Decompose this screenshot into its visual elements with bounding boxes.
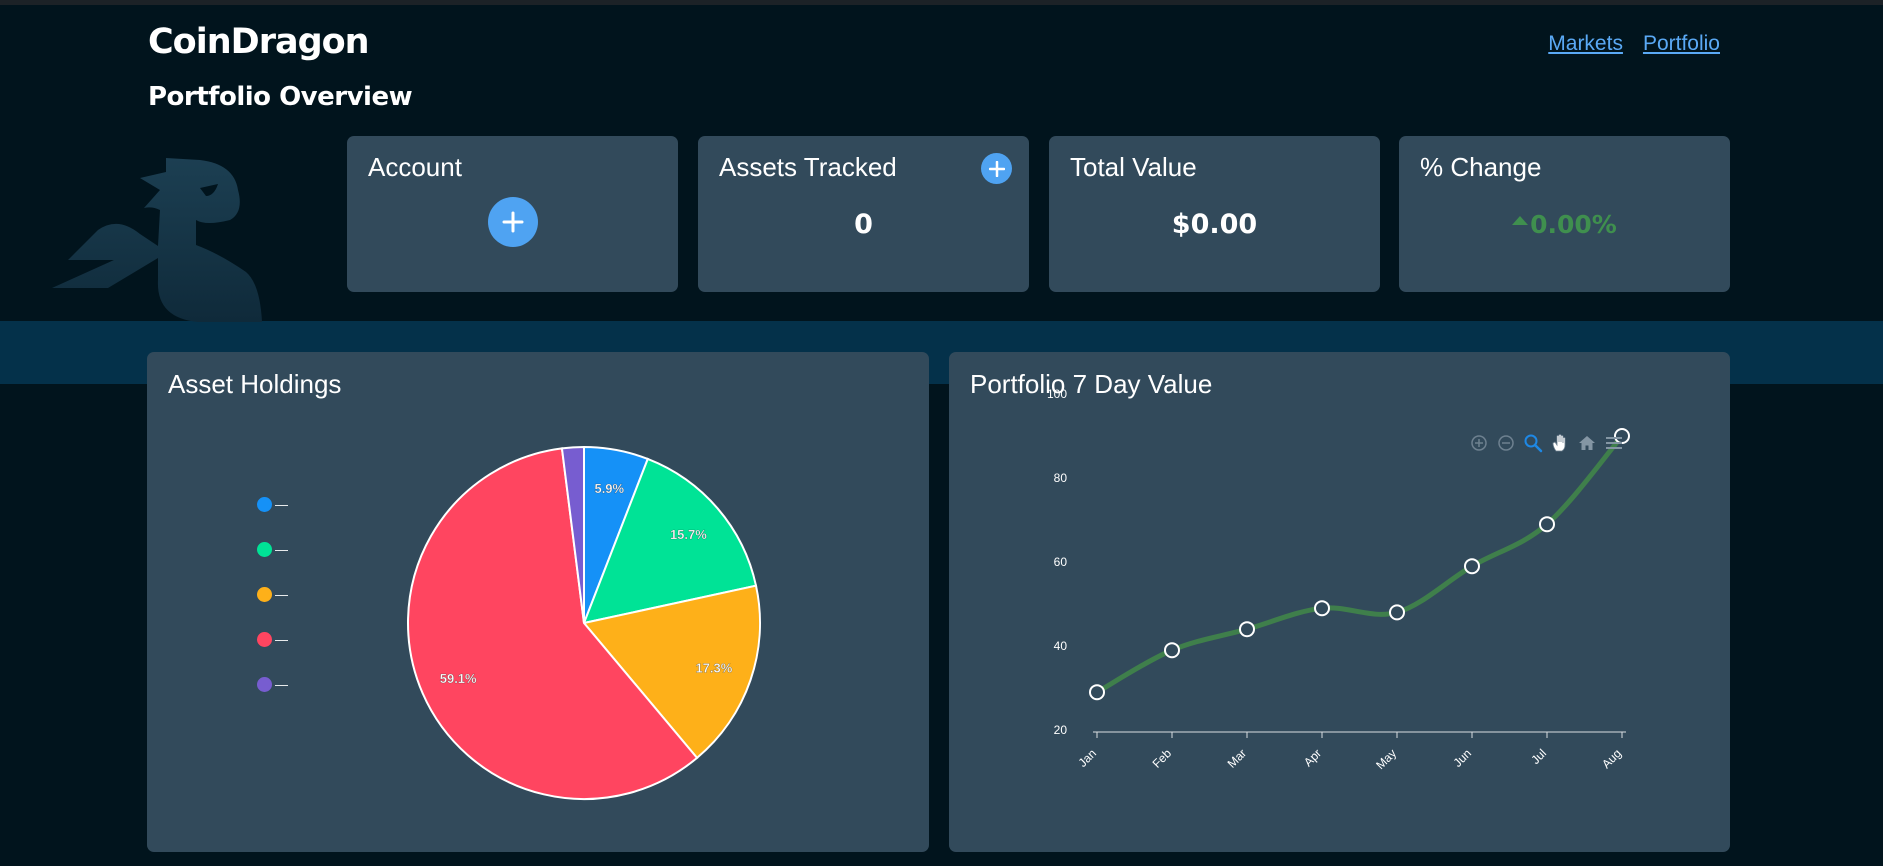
total-value-amount: $0.00	[1171, 209, 1258, 240]
card-title: Total Value	[1070, 152, 1197, 182]
y-tick-label: 80	[1054, 471, 1068, 485]
card-assets-tracked: Assets Tracked 0	[698, 136, 1029, 292]
y-tick-label: 40	[1054, 639, 1068, 653]
y-tick-label: 20	[1054, 723, 1068, 737]
assets-tracked-value: 0	[854, 209, 873, 240]
chart-toolbar	[1468, 432, 1624, 453]
data-point[interactable]	[1314, 600, 1330, 617]
panel-asset-holdings: Asset Holdings — — — — — 5.9% 15.7% 17.3% 5…	[147, 352, 929, 852]
x-tick-label: May	[1373, 746, 1399, 772]
x-tick-label: Jan	[1076, 746, 1100, 770]
menu-icon[interactable]	[1603, 432, 1624, 453]
zoom-in-icon[interactable]	[1468, 432, 1489, 453]
y-tick-label: 60	[1054, 555, 1068, 569]
pie-chart: 5.9% 15.7% 17.3% 59.1%	[407, 445, 761, 800]
card-account: Account	[347, 136, 678, 292]
card-percent-change: % Change 0.00%	[1399, 136, 1730, 292]
data-point[interactable]	[1089, 684, 1105, 701]
data-point[interactable]	[1389, 604, 1405, 621]
percent-change-value-wrap: 0.00%	[1399, 210, 1730, 239]
trend-up-icon	[1512, 216, 1529, 225]
card-total-value: Total Value $0.00	[1049, 136, 1380, 292]
x-tick-label: Jun	[1451, 746, 1475, 770]
brand-logo-text[interactable]: CoinDragon	[148, 22, 370, 62]
zoom-out-icon[interactable]	[1495, 432, 1516, 453]
x-tick-label: Feb	[1150, 746, 1175, 771]
nav-link-markets[interactable]: Markets	[1548, 32, 1623, 56]
window-top-edge	[0, 0, 1883, 5]
top-nav: Markets Portfolio	[1548, 32, 1720, 56]
pie-slice-label: 5.9%	[594, 481, 624, 496]
nav-link-portfolio[interactable]: Portfolio	[1643, 32, 1720, 56]
add-account-button[interactable]	[488, 197, 538, 247]
data-point[interactable]	[1239, 621, 1255, 638]
data-point[interactable]	[1464, 558, 1480, 575]
pie-slice-label: 59.1%	[440, 671, 477, 686]
card-title: Assets Tracked	[719, 152, 897, 182]
data-point[interactable]	[1539, 516, 1555, 533]
x-tick-label: Mar	[1225, 746, 1250, 771]
pie-slice-label: 17.3%	[695, 660, 732, 675]
home-icon[interactable]	[1576, 432, 1597, 453]
pie-slice-label: 15.7%	[670, 527, 707, 542]
card-title: Account	[368, 152, 462, 182]
data-point[interactable]	[1164, 642, 1180, 659]
x-tick-label: Apr	[1301, 746, 1324, 769]
pan-icon[interactable]	[1549, 432, 1570, 453]
line-chart: 20 40 60 80 100 Jan Feb Mar Apr May Jun Jul Aug	[1047, 387, 1630, 772]
add-asset-button[interactable]	[981, 153, 1012, 184]
card-title: % Change	[1420, 152, 1542, 182]
y-tick-label: 100	[1047, 387, 1067, 401]
percent-change-value: 0.00%	[1530, 210, 1617, 239]
panel-portfolio-7day: Portfolio 7 Day Value 20 40 60 80 100 Jan Feb M…	[949, 352, 1730, 852]
plus-icon	[502, 211, 524, 233]
x-tick-label: Jul	[1528, 746, 1549, 767]
page-title: Portfolio Overview	[148, 82, 413, 112]
plus-icon	[988, 160, 1005, 177]
zoom-select-icon[interactable]	[1522, 432, 1543, 453]
x-tick-label: Aug	[1599, 746, 1624, 771]
dragon-mascot-icon	[52, 158, 262, 322]
